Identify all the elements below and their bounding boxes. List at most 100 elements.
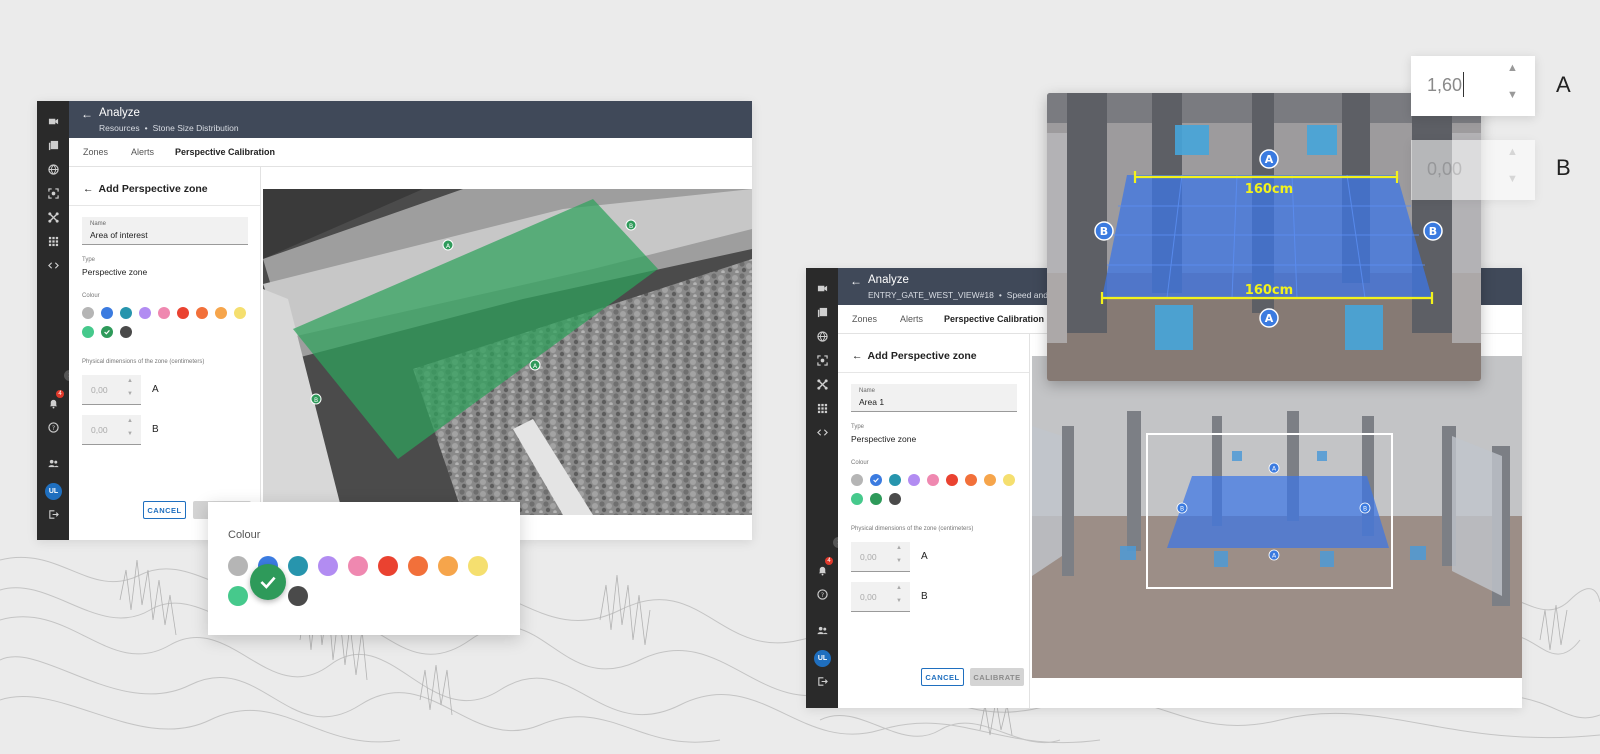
decrement-icon[interactable]: ▼ bbox=[896, 598, 902, 604]
help-icon[interactable]: ? bbox=[37, 417, 69, 437]
apps-grid-icon[interactable] bbox=[37, 231, 69, 251]
large-dimension-b-input[interactable]: 0,00 ▲ ▼ bbox=[1411, 140, 1535, 200]
tab-zones[interactable]: Zones bbox=[83, 147, 108, 157]
colour-swatch[interactable] bbox=[378, 556, 398, 576]
decrement-icon[interactable]: ▼ bbox=[1507, 173, 1518, 185]
back-arrow-icon[interactable]: ← bbox=[83, 183, 94, 195]
calibrate-button[interactable]: CALIBRATE bbox=[970, 668, 1024, 686]
selected-colour-check[interactable] bbox=[250, 564, 286, 600]
user-avatar[interactable]: UL bbox=[814, 650, 831, 667]
breadcrumb-item[interactable]: Stone Size Distribution bbox=[153, 123, 239, 133]
drone-icon[interactable] bbox=[37, 207, 69, 227]
logout-icon[interactable] bbox=[806, 671, 838, 691]
name-field[interactable]: Name Area 1 bbox=[851, 384, 1017, 412]
breadcrumb-item[interactable]: Speed and bbox=[1007, 290, 1048, 300]
camera-feed[interactable]: A B B A bbox=[1032, 356, 1522, 678]
tab-alerts[interactable]: Alerts bbox=[131, 147, 154, 157]
zone-marker[interactable]: B bbox=[1363, 506, 1367, 513]
increment-icon[interactable]: ▲ bbox=[127, 378, 133, 384]
decrement-icon[interactable]: ▼ bbox=[127, 431, 133, 437]
colour-swatch[interactable] bbox=[889, 493, 901, 505]
drone-icon[interactable] bbox=[806, 374, 838, 394]
dimension-a-input[interactable]: 0,00 ▲ ▼ bbox=[82, 375, 141, 405]
decrement-icon[interactable]: ▼ bbox=[127, 391, 133, 397]
back-arrow-icon[interactable]: ← bbox=[852, 350, 863, 362]
colour-swatch[interactable] bbox=[318, 556, 338, 576]
decrement-icon[interactable]: ▼ bbox=[1507, 89, 1518, 101]
increment-icon[interactable]: ▲ bbox=[1507, 62, 1518, 74]
colour-swatch[interactable] bbox=[908, 474, 920, 486]
zone-marker[interactable]: B bbox=[1100, 225, 1108, 238]
zone-marker[interactable]: B bbox=[1180, 506, 1184, 513]
zone-marker[interactable]: A bbox=[1265, 153, 1274, 166]
colour-swatch[interactable] bbox=[101, 307, 113, 319]
colour-swatch[interactable] bbox=[288, 586, 308, 606]
user-avatar[interactable]: UL bbox=[45, 483, 62, 500]
users-icon[interactable] bbox=[806, 620, 838, 640]
code-icon[interactable] bbox=[806, 422, 838, 442]
zone-marker[interactable]: B bbox=[314, 397, 318, 404]
zone-marker[interactable]: A bbox=[1265, 312, 1274, 325]
increment-icon[interactable]: ▲ bbox=[896, 545, 902, 551]
tab-perspective-calibration[interactable]: Perspective Calibration bbox=[175, 147, 275, 157]
colour-swatch[interactable] bbox=[870, 493, 882, 505]
logout-icon[interactable] bbox=[37, 504, 69, 524]
colour-swatch[interactable] bbox=[228, 586, 248, 606]
zone-marker[interactable]: B bbox=[629, 223, 633, 230]
code-icon[interactable] bbox=[37, 255, 69, 275]
colour-swatch[interactable] bbox=[234, 307, 246, 319]
dimension-a-input[interactable]: 0,00 ▲ ▼ bbox=[851, 542, 910, 572]
dimension-b-input[interactable]: 0,00 ▲ ▼ bbox=[82, 415, 141, 445]
colour-swatch[interactable] bbox=[82, 307, 94, 319]
users-icon[interactable] bbox=[37, 453, 69, 473]
tab-perspective-calibration[interactable]: Perspective Calibration bbox=[944, 314, 1044, 324]
scan-icon[interactable] bbox=[37, 183, 69, 203]
breadcrumb-item[interactable]: Resources bbox=[99, 123, 140, 133]
camera-icon[interactable] bbox=[806, 278, 838, 298]
cancel-button[interactable]: CANCEL bbox=[143, 501, 186, 519]
tab-alerts[interactable]: Alerts bbox=[900, 314, 923, 324]
colour-swatch[interactable] bbox=[984, 474, 996, 486]
colour-swatch[interactable] bbox=[348, 556, 368, 576]
colour-swatch[interactable] bbox=[1003, 474, 1015, 486]
apps-grid-icon[interactable] bbox=[806, 398, 838, 418]
colour-swatch[interactable] bbox=[851, 493, 863, 505]
colour-swatch[interactable] bbox=[438, 556, 458, 576]
colour-swatch[interactable] bbox=[120, 326, 132, 338]
colour-swatch[interactable] bbox=[408, 556, 428, 576]
colour-swatch[interactable] bbox=[158, 307, 170, 319]
back-arrow-icon[interactable]: ← bbox=[850, 274, 862, 288]
colour-swatch[interactable] bbox=[120, 307, 132, 319]
colour-swatch-selected[interactable] bbox=[101, 326, 113, 338]
bell-icon[interactable] bbox=[806, 560, 838, 580]
tab-zones[interactable]: Zones bbox=[852, 314, 877, 324]
increment-icon[interactable]: ▲ bbox=[127, 418, 133, 424]
globe-icon[interactable] bbox=[806, 326, 838, 346]
camera-feed[interactable]: A B A B bbox=[263, 189, 752, 515]
scan-icon[interactable] bbox=[806, 350, 838, 370]
colour-swatch[interactable] bbox=[82, 326, 94, 338]
colour-swatch[interactable] bbox=[288, 556, 308, 576]
colour-swatch[interactable] bbox=[468, 556, 488, 576]
colour-swatch[interactable] bbox=[228, 556, 248, 576]
large-dimension-a-input[interactable]: 1,60 ▲ ▼ bbox=[1411, 56, 1535, 116]
increment-icon[interactable]: ▲ bbox=[1507, 146, 1518, 158]
colour-swatch[interactable] bbox=[927, 474, 939, 486]
globe-icon[interactable] bbox=[37, 159, 69, 179]
bell-icon[interactable] bbox=[37, 393, 69, 413]
colour-swatch[interactable] bbox=[215, 307, 227, 319]
colour-swatch-selected[interactable] bbox=[870, 474, 882, 486]
colour-swatch[interactable] bbox=[177, 307, 189, 319]
colour-swatch[interactable] bbox=[851, 474, 863, 486]
library-icon[interactable] bbox=[806, 302, 838, 322]
dimension-b-input[interactable]: 0,00 ▲ ▼ bbox=[851, 582, 910, 612]
colour-swatch[interactable] bbox=[946, 474, 958, 486]
camera-icon[interactable] bbox=[37, 111, 69, 131]
breadcrumb-item[interactable]: ENTRY_GATE_WEST_VIEW#18 bbox=[868, 290, 994, 300]
increment-icon[interactable]: ▲ bbox=[896, 585, 902, 591]
back-arrow-icon[interactable]: ← bbox=[81, 107, 93, 121]
name-field[interactable]: Name Area of interest bbox=[82, 217, 248, 245]
colour-swatch[interactable] bbox=[139, 307, 151, 319]
colour-swatch[interactable] bbox=[889, 474, 901, 486]
colour-swatch[interactable] bbox=[196, 307, 208, 319]
